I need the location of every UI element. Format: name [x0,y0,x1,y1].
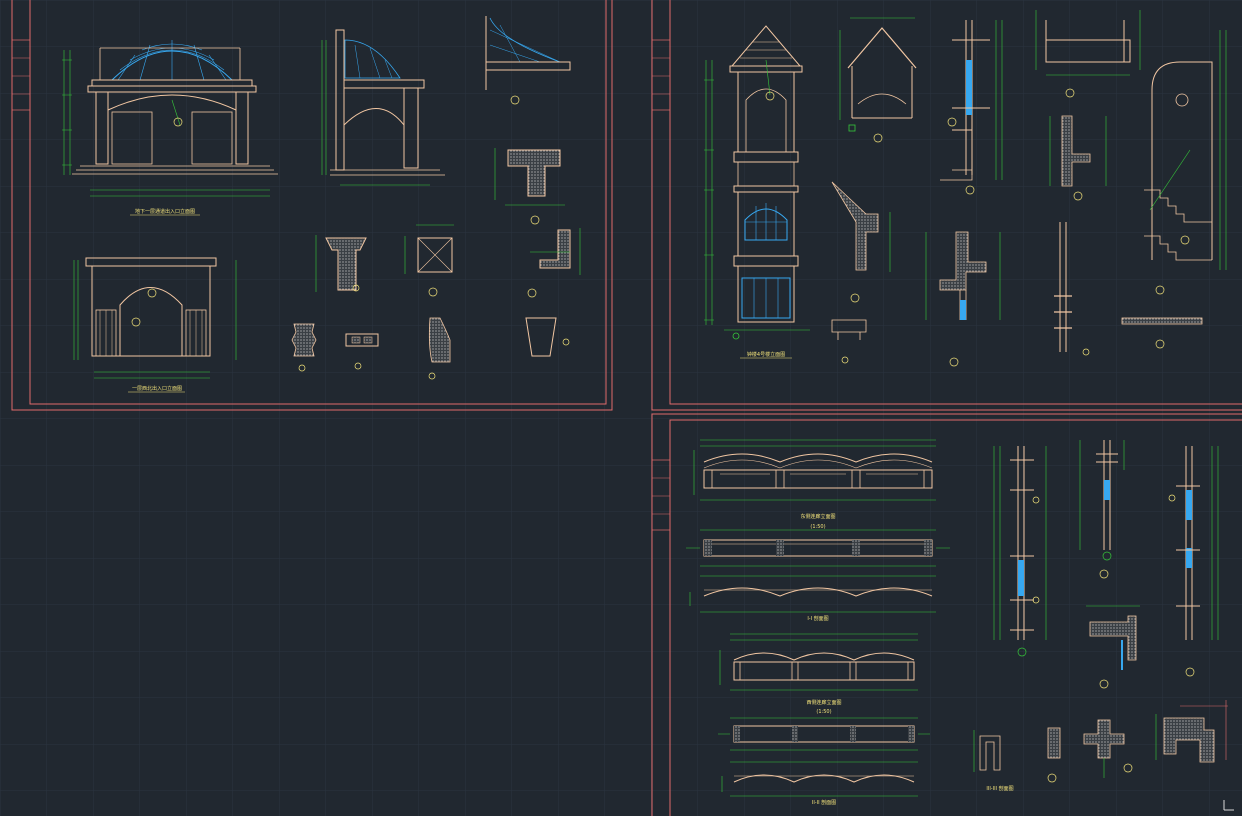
model-grid [0,0,1242,816]
caption-colonnade-elev1: 东侧连廊立面图 [800,513,835,520]
caption-section-1: I-I 剖面图 [807,615,828,622]
caption-colonnade-elev2: 西侧连廊立面图 [806,699,841,706]
caption-colonnade-elev1-sub: (1:50) [810,524,825,530]
caption-section-2: II-II 剖面图 [812,799,836,806]
caption-gate-elevation: 一层西北出入口立面图 [132,385,182,392]
caption-tower-elevation: 钟楼4号楼立面图 [747,351,785,358]
caption-colonnade-elev2-sub: (1:50) [816,709,831,715]
caption-entrance-elevation: 地下一层通道出入口立面图 [135,208,195,215]
caption-section-3: III-III 剖面图 [986,785,1013,792]
cad-drawing-canvas[interactable]: 地下一层通道出入口立面图 一层西北出入口立面图 钟楼4号楼立面图 东侧连廊立面图… [0,0,1242,816]
ucs-axis-icon [1223,800,1234,811]
